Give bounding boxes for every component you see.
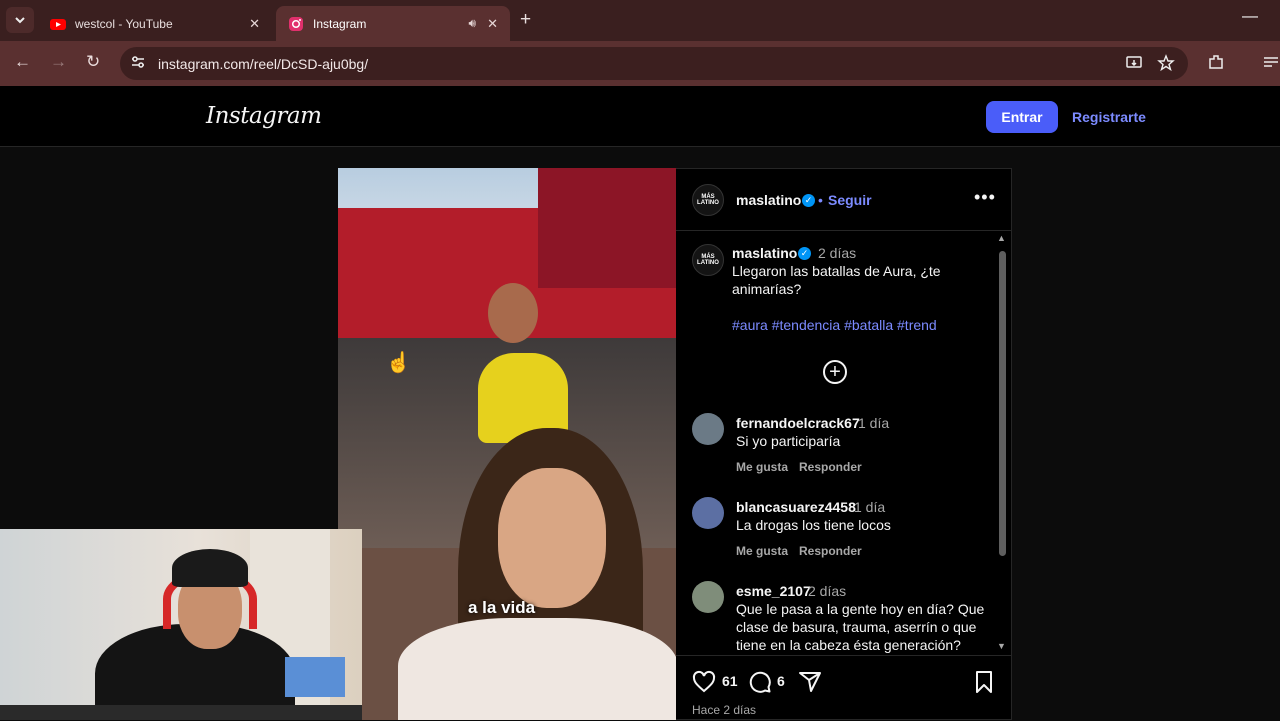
comments-list: MÁS LATINO maslatino ✓ 2 días Llegaron l… (676, 231, 1012, 655)
comment-time: 1 día (858, 415, 890, 431)
site-settings-icon[interactable] (130, 54, 146, 70)
hand-cursor-icon: ☝ (386, 352, 411, 374)
tab-title: westcol - YouTube (75, 16, 173, 31)
browser-toolbar: ← → ↻ instagram.com/reel/DcSD-aju0bg/ (0, 41, 1280, 86)
verified-badge-icon: ✓ (802, 194, 815, 207)
back-icon[interactable]: ← (14, 52, 31, 72)
forward-icon[interactable]: → (50, 52, 67, 72)
verified-badge-icon: ✓ (798, 247, 811, 260)
comment-text: La drogas los tiene locos (736, 517, 891, 533)
comment-text-line1: Que le pasa a la gente hoy en día? Que (736, 601, 985, 617)
like-comment-button[interactable]: Me gusta (736, 460, 788, 474)
comment-text-line2: clase de basura, trauma, aserrín o que (736, 619, 977, 635)
address-bar[interactable]: instagram.com/reel/DcSD-aju0bg/ (120, 47, 1188, 80)
comment-username[interactable]: fernandoelcrack67 (736, 415, 860, 431)
post-actions: 61 6 Hace 2 días (676, 655, 1012, 721)
caption-hashtags[interactable]: #aura #tendencia #batalla #trend (732, 317, 937, 333)
comment-icon[interactable] (748, 670, 772, 694)
follow-button[interactable]: Seguir (828, 192, 872, 208)
separator-dot: • (818, 192, 823, 208)
video-caption: a la vida (468, 598, 536, 617)
speaker-icon[interactable]: 🔊︎ (468, 16, 476, 31)
caption-text-line2: animarías? (732, 281, 802, 297)
caption-time: 2 días (818, 245, 857, 261)
youtube-icon (50, 18, 66, 30)
comment-text: Si yo participaría (736, 433, 841, 449)
avatar[interactable]: MÁS LATINO (692, 244, 724, 276)
scroll-down-icon[interactable]: ▼ (997, 641, 1006, 651)
close-tab-icon[interactable]: ✕ (249, 16, 260, 32)
tab-strip: westcol - YouTube ✕ Instagram 🔊︎ ✕ + — (0, 0, 1280, 41)
tab-search-button[interactable] (6, 7, 34, 33)
like-comment-button[interactable]: Me gusta (736, 544, 788, 558)
minimize-icon[interactable]: — (1242, 8, 1258, 26)
more-options-icon[interactable]: ••• (974, 187, 996, 208)
post-header: MÁS LATINO maslatino ✓ • Seguir ••• (676, 169, 1012, 231)
bookmark-star-icon[interactable] (1157, 54, 1175, 72)
avatar[interactable] (692, 581, 724, 613)
load-more-comments-icon[interactable]: + (823, 360, 847, 384)
share-icon[interactable] (798, 670, 822, 694)
tab-youtube[interactable]: westcol - YouTube ✕ (38, 6, 272, 41)
save-bookmark-icon[interactable] (972, 670, 996, 694)
author-username[interactable]: maslatino (736, 192, 801, 208)
caption-author[interactable]: maslatino (732, 245, 797, 261)
tab-instagram[interactable]: Instagram 🔊︎ ✕ (276, 6, 510, 41)
caption-text-line1: Llegaron las batallas de Aura, ¿te (732, 263, 941, 279)
url-text: instagram.com/reel/DcSD-aju0bg/ (158, 56, 369, 72)
close-tab-icon[interactable]: ✕ (487, 16, 498, 32)
tab-title: Instagram (313, 16, 367, 31)
install-app-icon[interactable] (1125, 54, 1143, 72)
reel-video[interactable]: a la vida (338, 168, 676, 720)
post-sidebar: MÁS LATINO maslatino ✓ • Seguir ••• MÁS … (676, 168, 1012, 720)
reload-icon[interactable]: ↻ (86, 52, 100, 72)
like-count: 61 (722, 673, 738, 689)
comment-username[interactable]: blancasuarez4458 (736, 499, 856, 515)
scroll-up-icon[interactable]: ▲ (997, 233, 1006, 243)
scroll-thumb[interactable] (999, 251, 1006, 556)
ig-header: Instagram Entrar Registrarte (0, 86, 1280, 147)
comment-text-line3: tiene en la cabeza ésta generación? (736, 637, 961, 653)
extensions-icon[interactable] (1207, 53, 1225, 71)
comment-username[interactable]: esme_2107 (736, 583, 811, 599)
avatar[interactable] (692, 413, 724, 445)
reply-button[interactable]: Responder (799, 460, 862, 474)
new-tab-icon[interactable]: + (520, 9, 531, 31)
reading-list-icon[interactable] (1262, 53, 1280, 71)
post-date: Hace 2 días (692, 703, 757, 717)
login-button[interactable]: Entrar (986, 101, 1058, 133)
signup-link[interactable]: Registrarte (1072, 109, 1146, 125)
chevron-down-icon (15, 17, 25, 24)
reply-button[interactable]: Responder (799, 544, 862, 558)
webcam-overlay (0, 529, 362, 720)
comment-count: 6 (777, 673, 785, 689)
avatar[interactable]: MÁS LATINO (692, 184, 724, 216)
avatar[interactable] (692, 497, 724, 529)
comment-time: 2 días (808, 583, 847, 599)
heart-icon[interactable] (692, 670, 716, 694)
comment-time: 1 día (854, 499, 886, 515)
instagram-logo[interactable]: Instagram (206, 103, 322, 129)
instagram-icon (289, 16, 303, 31)
comments-scrollbar[interactable]: ▲ ▼ (996, 233, 1008, 653)
